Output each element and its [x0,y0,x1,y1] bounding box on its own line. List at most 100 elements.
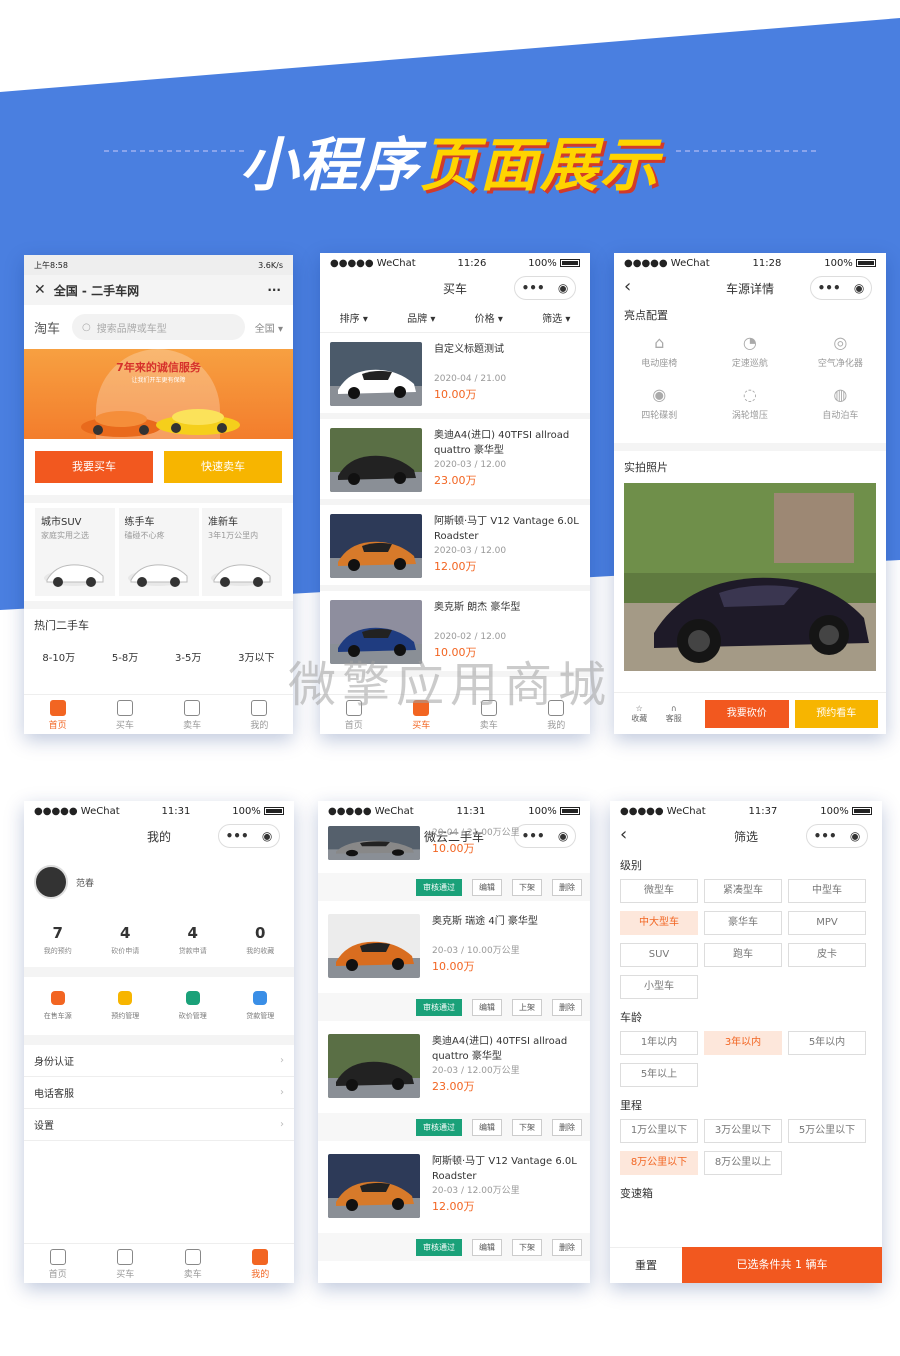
status-carrier: ●●●●● WeChat [328,805,414,817]
more-icon[interactable]: ••• [226,829,249,843]
back-icon[interactable]: ‹ [620,824,627,845]
tab-item-1[interactable]: 买车 [92,1244,160,1283]
action-button-3[interactable]: 删除 [552,1118,582,1136]
car-title: 自定义标题测试 [434,344,504,355]
manage-item[interactable]: 20-04 / 21.00万公里 10.00万 [318,817,590,873]
menu-item[interactable]: 电话客服 › [24,1077,294,1109]
action-button-3[interactable]: 删除 [552,998,582,1016]
filter-option[interactable]: 3年以内 [704,1031,782,1055]
stat-item[interactable]: 4 砍价申请 [111,924,139,956]
tab-item-0[interactable]: 首页 [24,1244,92,1283]
close-mini-icon[interactable]: ◉ [262,829,272,843]
tool-item[interactable]: 在售车源 [44,991,72,1021]
stat-item[interactable]: 7 我的预约 [44,924,72,956]
menu-item[interactable]: 设置 › [24,1109,294,1141]
tool-item[interactable]: 预约管理 [111,991,139,1021]
close-icon[interactable]: ✕ [34,282,46,298]
filter-option[interactable]: SUV [620,943,698,967]
more-icon[interactable]: ••• [818,281,841,295]
action-button-2[interactable]: 上架 [512,998,542,1016]
confirm-button[interactable]: 已选条件共 1 辆车 [682,1247,882,1283]
capsule-menu[interactable]: ••• ◉ [810,276,872,300]
tool-item[interactable]: 砍价管理 [179,991,207,1021]
status-time: 11:31 [161,805,191,817]
tool-item[interactable]: 贷款管理 [246,991,274,1021]
manage-item[interactable]: 阿斯顿·马丁 V12 Vantage 6.0L Roadster 20-03 / … [318,1145,590,1233]
filter-3[interactable]: 筛选 ▾ [542,310,570,325]
filter-0[interactable]: 排序 ▾ [340,310,368,325]
action-button-2[interactable]: 下架 [512,878,542,896]
more-icon[interactable]: ••• [814,829,837,843]
list-item[interactable]: 阿斯顿·马丁 V12 Vantage 6.0L Roadster 2020-03 … [320,505,590,591]
region-select[interactable]: 全国 ▾ [255,320,283,335]
action-button-3[interactable]: 删除 [552,878,582,896]
tab-item-3[interactable]: 我的 [227,1244,295,1283]
capsule-menu[interactable]: ••• ◉ [806,824,868,848]
filter-option[interactable]: 小型车 [620,975,698,999]
menu-item[interactable]: 身份认证 › [24,1045,294,1077]
filter-option[interactable]: 5年以内 [788,1031,866,1055]
search-input[interactable]: ○ 搜索品牌或车型 [72,314,245,340]
filter-option[interactable]: MPV [788,911,866,935]
reset-button[interactable]: 重置 [610,1247,682,1283]
filter-option[interactable]: 1年以内 [620,1031,698,1055]
avatar[interactable] [34,865,68,899]
filter-option[interactable]: 豪华车 [704,911,782,935]
filter-option[interactable]: 中大型车 [620,911,698,935]
action-button-3[interactable]: 删除 [552,1238,582,1256]
action-button-2[interactable]: 下架 [512,1238,542,1256]
stat-item[interactable]: 0 我的收藏 [246,924,274,956]
category-card[interactable]: 城市SUV 家庭实用之选 [35,508,115,596]
filter-option[interactable]: 3万公里以下 [704,1119,782,1143]
more-icon[interactable]: ••• [522,281,545,295]
home-banner[interactable]: 7年来的诚信服务 让我们开车更有保障 [24,349,293,439]
action-button-1[interactable]: 编辑 [472,1118,502,1136]
banner-cars-image [81,409,240,437]
feature-item: ◎ 空气净化器 [795,333,886,385]
car-thumbnail [328,826,420,860]
tool-icon [118,991,133,1005]
filter-option[interactable]: 微型车 [620,879,698,903]
back-icon[interactable]: ‹ [624,276,631,297]
filter-1[interactable]: 品牌 ▾ [407,310,435,325]
action-button-1[interactable]: 编辑 [472,878,502,896]
filter-2[interactable]: 价格 ▾ [475,310,503,325]
filter-option[interactable]: 8万公里以上 [704,1151,782,1175]
filter-label: 筛选 [542,314,563,325]
car-price: 23.00万 [432,1080,475,1093]
capsule-menu[interactable]: ••• ◉ [514,276,576,300]
close-mini-icon[interactable]: ◉ [850,829,860,843]
action-button-1[interactable]: 编辑 [472,1238,502,1256]
list-item[interactable]: 自定义标题测试 2020-04 / 21.00 10.00万 [320,333,590,419]
profile-row: 范春 [24,851,294,913]
stat-item[interactable]: 4 贷款申请 [179,924,207,956]
sell-car-button[interactable]: 快速卖车 [164,451,282,483]
manage-item[interactable]: 奥克斯 瑞途 4门 豪华型 20-03 / 10.00万公里 10.00万 [318,905,590,993]
list-item[interactable]: 奥迪A4(进口) 40TFSI allroad quattro 豪华型 2020-… [320,419,590,505]
manage-item[interactable]: 奥迪A4(进口) 40TFSI allroad quattro 豪华型 20-03… [318,1025,590,1113]
close-mini-icon[interactable]: ◉ [558,281,568,295]
close-mini-icon[interactable]: ◉ [854,281,864,295]
car-thumbnail [330,514,422,578]
filter-option[interactable]: 紧凑型车 [704,879,782,903]
filter-option[interactable]: 中型车 [788,879,866,903]
car-title: 奥克斯 瑞途 4门 豪华型 [432,916,538,927]
car-photo [624,483,876,671]
category-card[interactable]: 练手车 磕碰不心疼 [118,508,199,596]
banner-title: 小程序页面展示 [0,118,900,202]
action-button-2[interactable]: 下架 [512,1118,542,1136]
car-title: 奥迪A4(进口) 40TFSI allroad quattro 豪华型 [432,1036,568,1062]
capsule-menu[interactable]: ••• ◉ [218,824,280,848]
filter-option[interactable]: 5年以上 [620,1063,698,1087]
filter-option[interactable]: 1万公里以下 [620,1119,698,1143]
filter-option[interactable]: 皮卡 [788,943,866,967]
feature-icon: ⌂ [654,333,665,352]
category-card[interactable]: 准新车 3年1万公里内 [202,508,282,596]
more-icon[interactable]: ··· [267,283,281,297]
buy-car-button[interactable]: 我要买车 [35,451,153,483]
filter-option[interactable]: 跑车 [704,943,782,967]
filter-option[interactable]: 8万公里以下 [620,1151,698,1175]
action-button-1[interactable]: 编辑 [472,998,502,1016]
filter-option[interactable]: 5万公里以下 [788,1119,866,1143]
tab-item-2[interactable]: 卖车 [159,1244,227,1283]
